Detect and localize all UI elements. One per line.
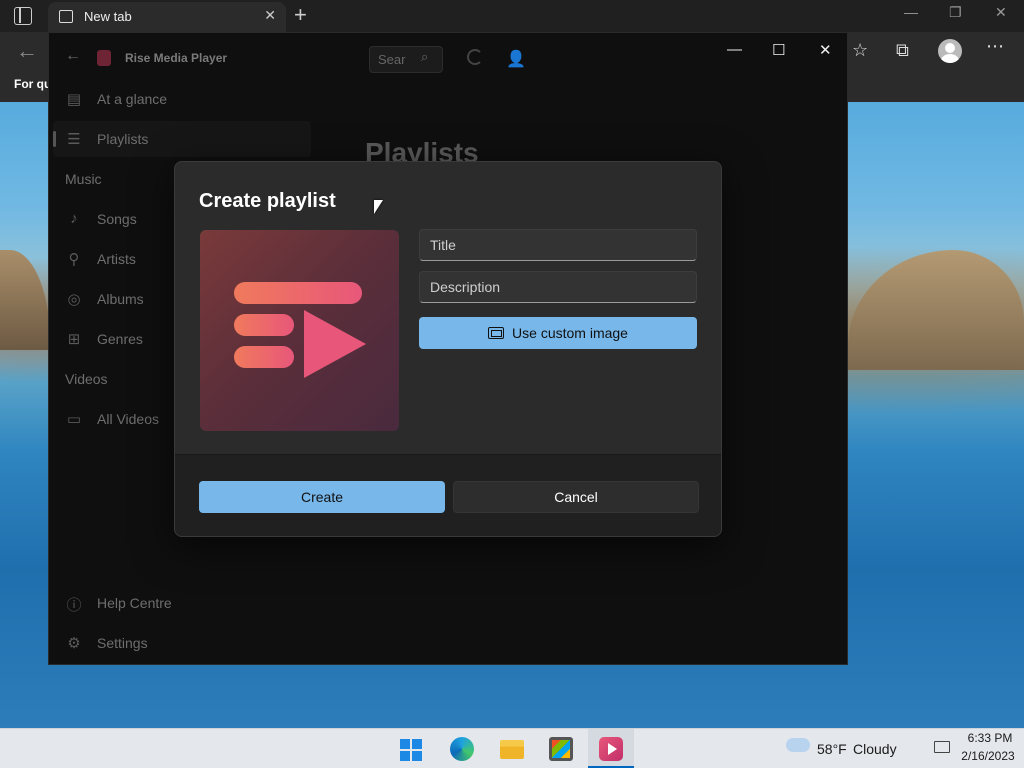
more-options-icon[interactable]: ⋯	[986, 36, 1004, 57]
nav-item-settings[interactable]: ⚙ Settings	[49, 625, 307, 661]
edge-browser-icon[interactable]	[450, 737, 474, 761]
nav-label: Playlists	[97, 131, 149, 147]
create-playlist-dialog: Create playlist Use custom image Create …	[174, 161, 722, 537]
music-note-icon: ♪	[70, 210, 78, 227]
gear-icon: ⚙	[67, 635, 81, 652]
app-titlebar: ← Rise Media Player Sear ⌕ 👤 — ☐ ✕	[49, 33, 847, 77]
app-logo-icon	[97, 50, 111, 66]
app-back-icon[interactable]: ←	[65, 47, 81, 65]
mouse-cursor-icon	[374, 200, 383, 214]
album-icon: ◎	[67, 291, 81, 308]
nav-label: Help Centre	[97, 595, 172, 611]
browser-restore-icon[interactable]: ❐	[949, 4, 962, 21]
new-tab-favicon-icon	[59, 10, 73, 23]
tab-actions-icon[interactable]	[14, 7, 32, 25]
nav-item-at-a-glance[interactable]: ▤ At a glance	[49, 81, 307, 117]
windows-start-icon[interactable]	[400, 739, 422, 761]
network-icon[interactable]	[934, 741, 950, 753]
create-button[interactable]: Create	[199, 481, 445, 513]
tab-close-icon[interactable]: ✕	[264, 7, 276, 24]
search-icon[interactable]: ⌕	[421, 49, 428, 65]
nav-label: Albums	[97, 291, 144, 307]
nav-section-music: Music	[65, 171, 102, 187]
help-icon: ⓘ	[66, 597, 82, 614]
app-title: Rise Media Player	[125, 51, 228, 65]
dialog-title: Create playlist	[199, 190, 336, 212]
new-tab-plus-icon[interactable]: +	[294, 2, 307, 28]
app-maximize-icon[interactable]: ☐	[772, 41, 785, 59]
weather-temperature[interactable]: 58°F	[817, 741, 847, 757]
playlist-art-bar	[234, 314, 294, 336]
clock-date[interactable]: 2/16/2023	[958, 749, 1018, 763]
video-icon: ▭	[66, 411, 82, 428]
playlist-art-bar	[234, 282, 362, 304]
playlist-title-input[interactable]	[419, 229, 697, 261]
playlist-art-bar	[234, 346, 294, 368]
dashboard-icon: ▤	[66, 91, 82, 108]
browser-close-icon[interactable]: ✕	[995, 4, 1007, 21]
nav-item-help-centre[interactable]: ⓘ Help Centre	[49, 585, 307, 621]
app-close-icon[interactable]: ✕	[819, 41, 832, 59]
favorites-icon[interactable]: ☆	[852, 40, 868, 61]
collections-icon[interactable]: ⧉	[896, 40, 909, 61]
tab-title: New tab	[84, 9, 132, 24]
use-custom-image-label: Use custom image	[512, 325, 628, 341]
microsoft-store-icon[interactable]	[549, 737, 573, 761]
file-explorer-icon[interactable]	[500, 740, 524, 759]
profile-avatar-icon[interactable]	[938, 39, 962, 63]
dialog-footer: Create Cancel	[175, 454, 721, 536]
nav-label: At a glance	[97, 91, 168, 107]
use-custom-image-button[interactable]: Use custom image	[419, 317, 697, 349]
playlist-preview-image	[200, 230, 399, 431]
cancel-button[interactable]: Cancel	[453, 481, 699, 513]
nav-section-videos: Videos	[65, 371, 108, 387]
rise-media-player-icon[interactable]	[599, 737, 623, 761]
nav-label: Settings	[97, 635, 148, 651]
browser-back-icon[interactable]: ←	[16, 38, 38, 64]
nav-label: All Videos	[97, 411, 160, 427]
image-icon	[488, 327, 505, 339]
nav-label: Songs	[97, 211, 137, 227]
browser-minimize-icon[interactable]: —	[904, 4, 918, 20]
weather-condition[interactable]: Cloudy	[853, 741, 897, 757]
cloud-weather-icon[interactable]	[786, 738, 810, 752]
bookmark-text: For qu	[14, 77, 52, 91]
nav-label: Artists	[97, 251, 136, 267]
list-icon: ☰	[67, 131, 81, 148]
artist-icon: ⚲	[68, 251, 80, 268]
app-minimize-icon[interactable]: —	[727, 41, 742, 58]
app-search-input[interactable]: Sear	[369, 46, 443, 73]
playlist-description-input[interactable]	[419, 271, 697, 303]
grid-icon: ⊞	[67, 331, 81, 348]
clock-time[interactable]: 6:33 PM	[962, 731, 1018, 745]
user-account-icon[interactable]: 👤	[506, 49, 526, 69]
nav-item-playlists[interactable]: ☰ Playlists	[53, 121, 311, 157]
browser-tabstrip: New tab ✕ + — ❐ ✕	[0, 0, 1024, 32]
nav-label: Genres	[97, 331, 143, 347]
loading-spinner-icon	[467, 49, 483, 65]
play-triangle-icon	[304, 310, 366, 378]
browser-tab[interactable]: New tab ✕	[48, 2, 286, 32]
